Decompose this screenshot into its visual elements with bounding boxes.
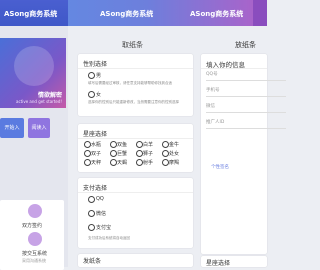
gender-radio-male[interactable] — [88, 72, 95, 79]
feature-icon — [28, 204, 42, 218]
wechat-field[interactable]: 微信 — [206, 102, 286, 113]
zodiac-label: 天秤 — [91, 160, 102, 166]
zodiac-radio[interactable] — [136, 150, 143, 157]
gender-panel: 性别选择 男 填写后需要经过审核，请任意支持能够帮助你找到合适 女 选择你的性别… — [78, 54, 193, 116]
zodiac-radio[interactable] — [110, 141, 117, 148]
gender-panel-title: 性别选择 — [83, 61, 108, 68]
payment-panel: 支付选择 QQ 微信 支付宝 支付成功后系统将自动返回 — [78, 178, 193, 248]
zodiac-label: 巨蟹 — [117, 151, 128, 157]
zodiac-panel-title: 星座选择 — [83, 131, 108, 138]
hero-subtitle: active and get started! — [16, 99, 62, 104]
feature-icon — [28, 232, 42, 246]
feature-subtitle: 采用沟通系统 — [22, 258, 46, 263]
qq-field[interactable]: QQ号 — [206, 70, 286, 81]
zodiac-radio[interactable] — [110, 159, 117, 166]
hero-button-primary[interactable]: 开始入 — [0, 118, 24, 138]
hero-illustration — [14, 46, 54, 86]
hero-heading: 情欲解密 — [37, 92, 62, 99]
zodiac-label: 双子 — [91, 151, 102, 157]
zodiac-label: 双鱼 — [117, 142, 128, 148]
divider — [201, 68, 267, 69]
zodiac-panel: 星座选择 水瓶 双鱼 白羊 金牛 双子 巨蟹 狮子 处女 天秤 天蝎 射手 摩羯 — [78, 124, 193, 172]
zodiac-label: 天蝎 — [117, 160, 128, 166]
pay-desc: 支付成功后系统将自动返回 — [88, 236, 130, 240]
pay-label-alipay: 支付宝 — [96, 225, 112, 231]
gender-label-male: 男 — [96, 73, 102, 79]
pay-radio-alipay[interactable] — [88, 224, 95, 231]
footer-panel: 发纸条 — [78, 254, 193, 267]
feature-card[interactable]: 按交互系统 采用沟通系统 — [0, 228, 64, 270]
app-title-center: ASong商务系统 — [100, 10, 154, 18]
divider — [78, 138, 193, 139]
zodiac-radio[interactable] — [162, 141, 169, 148]
hero-banner: 情欲解密 active and get started! — [0, 38, 66, 108]
zodiac-label: 狮子 — [143, 151, 154, 157]
referrer-field[interactable]: 推广人ID — [206, 118, 286, 129]
zodiac-label: 金牛 — [169, 142, 180, 148]
signature-button[interactable]: 个性签名 — [211, 164, 229, 170]
zodiac-label: 水瓶 — [91, 142, 102, 148]
zodiac-radio[interactable] — [136, 141, 143, 148]
right-panel: 填入你的信息 QQ号 手机号 微信 推广人ID 个性签名 — [201, 54, 286, 254]
zodiac-label: 处女 — [169, 151, 180, 157]
app-title-right: ASong商务系统 — [190, 10, 244, 18]
right-section-title: 放纸条 — [235, 41, 256, 49]
gender-desc-female: 选择你的性别后只能重新修改，当然需要注意你的性别选择 — [88, 100, 179, 104]
feature-title: 按交互系统 — [22, 251, 48, 257]
pay-label-qq: QQ — [96, 196, 104, 202]
divider — [78, 68, 193, 69]
gender-label-female: 女 — [96, 92, 102, 98]
right-brand-strip — [253, 0, 267, 26]
app-title-left: ASong商务系统 — [4, 10, 58, 18]
zodiac-radio[interactable] — [84, 159, 91, 166]
zodiac-radio[interactable] — [162, 159, 169, 166]
pay-radio-qq[interactable] — [88, 196, 95, 203]
gender-desc-male: 填写后需要经过审核，请任意支持能够帮助你找到合适 — [88, 81, 172, 85]
pay-label-wechat: 微信 — [96, 211, 107, 217]
hero-button-secondary[interactable]: 阅读入 — [28, 118, 50, 138]
pay-radio-wechat[interactable] — [88, 210, 95, 217]
gender-radio-female[interactable] — [88, 91, 95, 98]
footer-title: 发纸条 — [83, 258, 102, 265]
zodiac-radio[interactable] — [84, 141, 91, 148]
zodiac-label: 摩羯 — [169, 160, 180, 166]
middle-section-title: 取纸条 — [122, 41, 143, 49]
zodiac-radio[interactable] — [136, 159, 143, 166]
divider — [78, 192, 193, 193]
phone-field[interactable]: 手机号 — [206, 86, 286, 97]
right-zodiac-panel: 星座选择 — [201, 256, 267, 267]
zodiac-radio[interactable] — [162, 150, 169, 157]
payment-panel-title: 支付选择 — [83, 185, 108, 192]
zodiac-radio[interactable] — [84, 150, 91, 157]
zodiac-label: 白羊 — [143, 142, 154, 148]
right-zodiac-title: 星座选择 — [206, 260, 231, 267]
zodiac-label: 射手 — [143, 160, 154, 166]
zodiac-radio[interactable] — [110, 150, 117, 157]
